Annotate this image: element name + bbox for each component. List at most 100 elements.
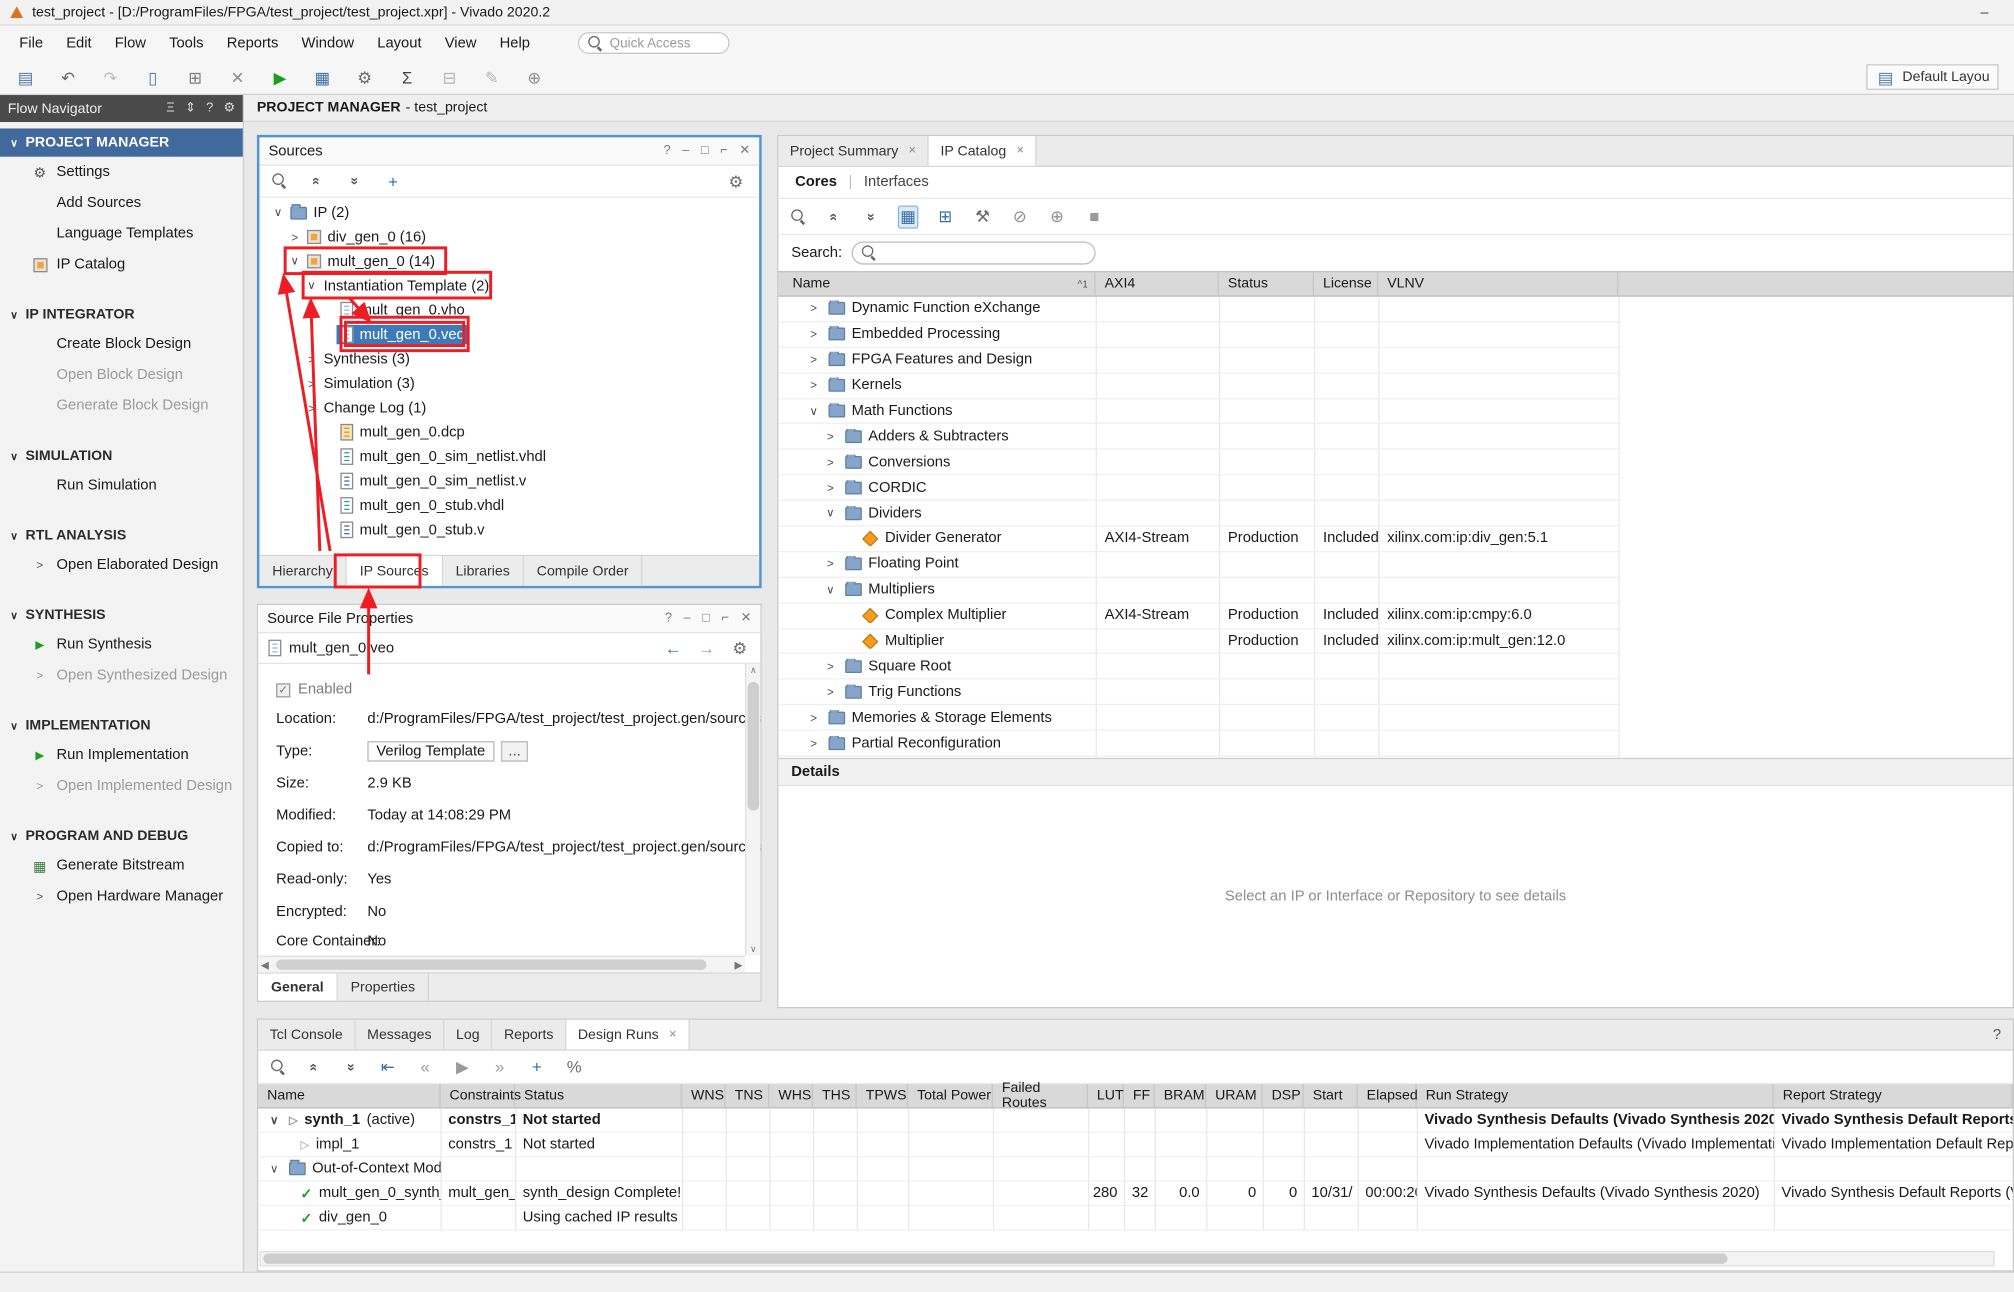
add-run-icon[interactable]: + [527,1055,548,1078]
table-row-cordic[interactable]: >CORDIC [778,476,1618,502]
close-icon[interactable]: × [669,1028,677,1042]
report-icon[interactable]: ▯ [143,66,164,89]
undo-icon[interactable]: ↶ [58,66,79,89]
close-icon[interactable]: × [909,144,917,158]
scrollbar-thumb[interactable] [263,1254,1727,1264]
column-header-name[interactable]: Name^1 [784,272,1096,295]
float-icon[interactable]: ⌐ [722,611,730,625]
maximize-icon[interactable]: □ [701,144,709,158]
tab-messages[interactable]: Messages [356,1020,445,1050]
settings-gear-icon[interactable]: ⚙ [730,636,751,659]
file-properties-header[interactable]: Source File Properties ?–□⌐✕ [258,605,760,633]
help-icon[interactable]: ? [1981,1020,2012,1050]
tab-libraries[interactable]: Libraries [443,556,524,586]
expander-closed-icon[interactable]: > [822,686,839,699]
close-icon[interactable]: × [1016,144,1024,158]
menu-window[interactable]: Window [290,30,366,56]
program-device-icon[interactable]: ▦ [312,66,333,89]
expander-closed-icon[interactable]: > [822,558,839,571]
tab-design-runs[interactable]: Design Runs× [566,1020,689,1050]
expander-open-icon[interactable]: ∨ [286,254,303,268]
collapse-all-icon[interactable]: « [822,206,845,227]
expand-all-icon[interactable]: » [339,1056,362,1077]
close-icon[interactable]: ✕ [741,611,752,625]
tree-row-mult-gen-0-dcp[interactable]: mult_gen_0.dcp [259,420,759,444]
tab-reports[interactable]: Reports [492,1020,566,1050]
column-header-dsp[interactable]: DSP [1263,1084,1304,1107]
tab-hierarchy[interactable]: Hierarchy [259,556,346,586]
tab-tcl-console[interactable]: Tcl Console [258,1020,355,1050]
column-header-constraints[interactable]: Constraints [441,1084,515,1107]
menu-file[interactable]: File [8,30,55,56]
expander-open-icon[interactable]: ∨ [805,404,822,418]
column-header-ths[interactable]: THS [813,1084,857,1107]
column-header-status[interactable]: Status [1219,272,1314,295]
tab-general[interactable]: General [258,974,338,1001]
scroll-down-icon[interactable]: ∨ [746,944,760,954]
table-row-divider-generator[interactable]: Divider GeneratorAXI4-StreamProductionIn… [778,527,1618,553]
menu-tools[interactable]: Tools [158,30,216,56]
column-header-tns[interactable]: TNS [726,1084,770,1107]
quick-access-search[interactable]: Quick Access [577,32,729,54]
scroll-left-icon[interactable]: ◀ [261,959,269,971]
settings-gear-icon[interactable]: ⚙ [355,66,376,89]
tree-row-change-log[interactable]: >Change Log (1) [259,396,759,420]
table-row-impl-1[interactable]: ▷impl_1constrs_1Not startedVivado Implem… [258,1133,2013,1157]
search-input[interactable] [851,241,1095,264]
flow-item-run-simulation[interactable]: Run Simulation [0,470,243,501]
save-icon[interactable]: ▤ [15,66,36,89]
column-header-uram[interactable]: URAM [1206,1084,1263,1107]
table-row-dividers[interactable]: ∨Dividers [778,501,1618,527]
interfaces-link[interactable]: Interfaces [864,175,929,190]
tree-row-div-gen-0[interactable]: >div_gen_0 (16) [259,225,759,249]
menu-reports[interactable]: Reports [215,30,290,56]
search-icon[interactable] [791,209,806,224]
probe-icon[interactable]: ⊕ [524,66,545,89]
tab-log[interactable]: Log [444,1020,492,1050]
web-icon[interactable]: ⊕ [1047,205,1068,228]
vertical-scrollbar[interactable]: ∧ ∨ [745,664,760,956]
expander-closed-icon[interactable]: > [822,430,839,443]
settings-gear-icon[interactable]: ⚙ [726,170,747,193]
resize-panel-icon[interactable]: ⇕ [185,101,196,115]
table-row-dynamic-function-exchange[interactable]: >Dynamic Function eXchange [778,297,1618,323]
table-row-conversions[interactable]: >Conversions [778,450,1618,476]
flow-item-open-implemented-design[interactable]: >Open Implemented Design [0,771,243,802]
collapse-panel-icon[interactable]: Ξ [166,101,174,115]
flow-item-run-synthesis[interactable]: ▶Run Synthesis [0,629,243,660]
tree-row-mult-gen-0-sim-netlist-v[interactable]: mult_gen_0_sim_netlist.v [259,469,759,493]
expand-all-icon[interactable]: » [343,171,366,192]
tree-row-mult-gen-0-stub-vhdl[interactable]: mult_gen_0_stub.vhdl [259,493,759,517]
step-back-icon[interactable]: « [415,1055,436,1078]
column-header-vlnv[interactable]: VLNV [1378,272,1618,295]
column-header-axi4[interactable]: AXI4 [1096,272,1219,295]
flow-item-ip-catalog[interactable]: IP Catalog [0,249,243,280]
column-header-lut[interactable]: LUT [1088,1084,1124,1107]
group-by-category-icon[interactable]: ▦ [898,205,919,228]
menu-view[interactable]: View [433,30,488,56]
expander-closed-icon[interactable]: > [303,377,320,390]
flow-item-run-implementation[interactable]: ▶Run Implementation [0,740,243,771]
column-header-report_strategy[interactable]: Report Strategy [1774,1084,2013,1107]
table-row-kernels[interactable]: >Kernels [778,373,1618,399]
flow-item-language-templates[interactable]: Language Templates [0,218,243,249]
table-row-complex-multiplier[interactable]: Complex MultiplierAXI4-StreamProductionI… [778,603,1618,629]
step-forward-icon[interactable]: » [489,1055,510,1078]
flow-item-add-sources[interactable]: Add Sources [0,188,243,219]
column-header-wns[interactable]: WNS [682,1084,726,1107]
tree-row-ip[interactable]: ∨IP (2) [259,200,759,224]
table-row-square-root[interactable]: >Square Root [778,654,1618,680]
edit-icon[interactable]: ✎ [482,66,503,89]
minimize-icon[interactable]: – [682,144,689,158]
tab-properties[interactable]: Properties [338,974,429,1001]
tree-row-instantiation-template[interactable]: ∨Instantiation Template (2) [259,274,759,298]
maximize-icon[interactable]: □ [702,611,710,625]
delete-icon[interactable]: ✕ [227,66,248,89]
expander-closed-icon[interactable]: > [286,231,303,244]
table-row-adders-subtracters[interactable]: >Adders & Subtracters [778,424,1618,450]
table-row-memories-storage-elements[interactable]: >Memories & Storage Elements [778,705,1618,731]
table-row-multipliers[interactable]: ∨Multipliers [778,578,1618,604]
column-header-name[interactable]: Name [258,1084,440,1107]
scroll-up-icon[interactable]: ∧ [746,665,760,675]
back-icon[interactable]: ← [663,636,684,659]
